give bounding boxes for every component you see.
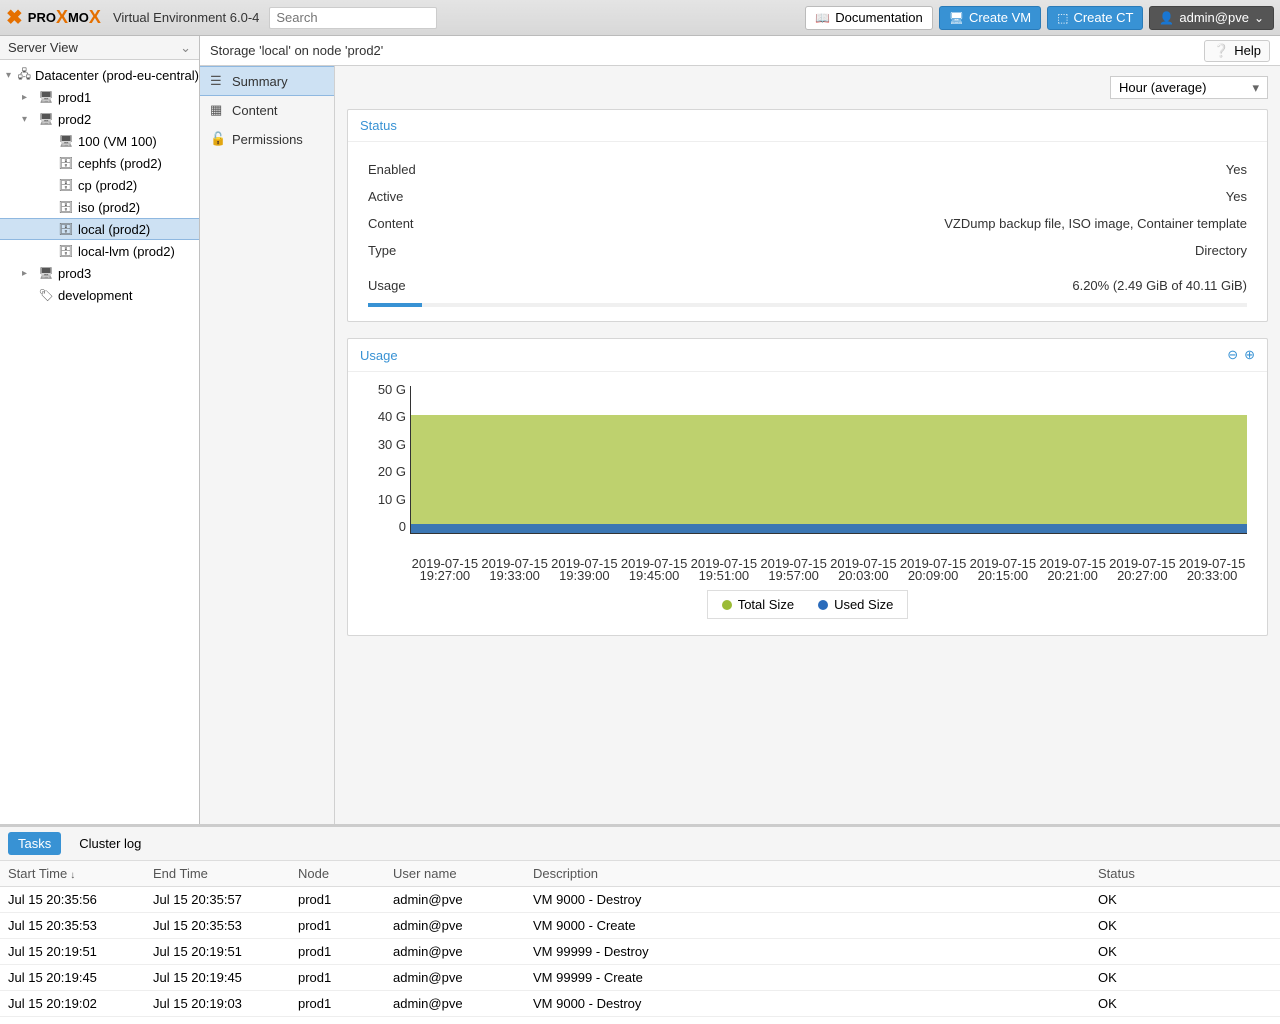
node-icon: 🖥 [38,112,54,126]
search-input[interactable] [269,7,437,29]
version-label: Virtual Environment 6.0-4 [113,10,259,25]
view-selector[interactable]: Server View ⌄ [0,36,199,60]
tab-permissions[interactable]: 🔓Permissions [200,125,334,154]
col-node[interactable]: Node [290,861,385,886]
user-label: admin@pve [1179,10,1249,25]
create-ct-button[interactable]: ⬚ Create CT [1047,6,1143,30]
status-content-val: VZDump backup file, ISO image, Container… [944,216,1247,231]
status-active-val: Yes [1226,189,1247,204]
create-vm-button[interactable]: 🖥 Create VM [939,6,1041,30]
documentation-button[interactable]: 📖 Documentation [805,6,932,30]
tab-content[interactable]: ▦Content [200,96,334,125]
status-type-val: Directory [1195,243,1247,258]
storage-icon: 🗄 [58,244,74,258]
documentation-label: Documentation [835,10,922,25]
task-log-panel: Tasks Cluster log Start Time↓ End Time N… [0,824,1280,1024]
legend-dot-used [818,600,828,610]
chevron-down-icon: ⌄ [180,40,191,56]
status-enabled-val: Yes [1226,162,1247,177]
help-button[interactable]: ❔Help [1204,40,1270,62]
tree-vm-100[interactable]: 🖥100 (VM 100) [0,130,199,152]
top-header: ✖ PROXMOX Virtual Environment 6.0-4 📖 Doc… [0,0,1280,36]
tree-storage-cp[interactable]: 🗄cp (prod2) [0,174,199,196]
zoom-out-icon[interactable]: ⊖ [1227,347,1238,363]
legend-dot-total [722,600,732,610]
view-selector-label: Server View [8,40,78,55]
book-icon: 📖 [815,11,830,25]
status-enabled-key: Enabled [368,162,416,177]
sort-down-icon: ↓ [70,870,75,881]
user-menu-button[interactable]: 👤 admin@pve ⌄ [1149,6,1274,30]
monitor-icon: 🖥 [949,11,964,25]
tree-pool-development[interactable]: 🏷development [0,284,199,306]
logo: ✖ PROXMOX [6,5,101,30]
tree-node-prod1[interactable]: ▸🖥prod1 [0,86,199,108]
zoom-in-icon[interactable]: ⊕ [1244,347,1255,363]
col-description[interactable]: Description [525,861,1090,886]
tree-storage-local[interactable]: 🗄local (prod2) [0,218,199,240]
status-usage-val: 6.20% (2.49 GiB of 40.11 GiB) [1072,278,1247,293]
grid-icon: ▦ [210,102,224,118]
tag-icon: 🏷 [38,288,54,302]
chart-series-total [411,415,1247,533]
tree-datacenter[interactable]: ▾🖧Datacenter (prod-eu-central) [0,64,199,86]
usage-progress-bar [368,303,1247,307]
status-usage-key: Usage [368,278,406,293]
task-grid-header: Start Time↓ End Time Node User name Desc… [0,861,1280,887]
status-active-key: Active [368,189,403,204]
status-type-key: Type [368,243,396,258]
status-content-key: Content [368,216,414,231]
col-status[interactable]: Status [1090,861,1280,886]
task-row[interactable]: Jul 15 20:19:51Jul 15 20:19:51prod1admin… [0,939,1280,965]
col-user[interactable]: User name [385,861,525,886]
tab-tasks[interactable]: Tasks [8,832,61,855]
create-vm-label: Create VM [969,10,1031,25]
task-grid-body: Jul 15 20:35:56Jul 15 20:35:57prod1admin… [0,887,1280,1024]
storage-icon: 🗄 [58,178,74,192]
node-icon: 🖥 [38,266,54,280]
left-panel: Server View ⌄ ▾🖧Datacenter (prod-eu-cent… [0,36,200,824]
storage-icon: 🗄 [58,222,74,236]
content-title-bar: Storage 'local' on node 'prod2' ❔Help [200,36,1280,66]
list-icon: ☰ [210,73,224,89]
tab-cluster-log[interactable]: Cluster log [69,832,151,855]
search-box[interactable] [269,7,437,29]
storage-icon: 🗄 [58,200,74,214]
col-end-time[interactable]: End Time [145,861,290,886]
status-panel: Status Enabled Yes Active Yes Content VZDum… [347,109,1268,322]
server-icon: 🖧 [18,65,31,86]
cube-icon: ⬚ [1057,11,1068,25]
tree-storage-iso[interactable]: 🗄iso (prod2) [0,196,199,218]
tree-node-prod2[interactable]: ▾🖥prod2 [0,108,199,130]
col-start-time[interactable]: Start Time↓ [0,861,145,886]
help-icon: ❔ [1213,43,1229,59]
chevron-down-icon: ⌄ [1254,11,1264,25]
user-icon: 👤 [1159,11,1174,25]
resource-tree: ▾🖧Datacenter (prod-eu-central) ▸🖥prod1 ▾… [0,60,199,824]
side-tabs: ☰Summary ▦Content 🔓Permissions [200,66,335,824]
monitor-icon: 🖥 [58,134,74,148]
task-row[interactable]: Jul 15 20:35:56Jul 15 20:35:57prod1admin… [0,887,1280,913]
task-row[interactable]: Jul 15 20:19:02Jul 15 20:19:03prod1admin… [0,991,1280,1017]
task-row[interactable]: Jul 15 20:35:53Jul 15 20:35:53prod1admin… [0,913,1280,939]
node-icon: 🖥 [38,90,54,104]
task-row[interactable]: Jul 15 20:19:45Jul 15 20:19:45prod1admin… [0,965,1280,991]
lock-icon: 🔓 [210,131,224,147]
usage-chart-panel: Usage ⊖ ⊕ 50 G40 G30 G20 G10 G0 2019-07-1… [347,338,1268,636]
tree-storage-cephfs[interactable]: 🗄cephfs (prod2) [0,152,199,174]
create-ct-label: Create CT [1073,10,1133,25]
usage-chart-header: Usage [360,348,398,363]
timeframe-dropdown[interactable]: Hour (average) [1110,76,1268,99]
chart-series-used [411,524,1247,533]
storage-icon: 🗄 [58,156,74,170]
content-title: Storage 'local' on node 'prod2' [210,43,383,58]
chart-legend: Total Size Used Size [707,590,909,619]
tree-node-prod3[interactable]: ▸🖥prod3 [0,262,199,284]
usage-chart: 50 G40 G30 G20 G10 G0 2019-07-1519:27:00… [364,382,1251,562]
tree-storage-local-lvm[interactable]: 🗄local-lvm (prod2) [0,240,199,262]
status-header: Status [360,118,397,133]
tab-summary[interactable]: ☰Summary [200,66,334,96]
